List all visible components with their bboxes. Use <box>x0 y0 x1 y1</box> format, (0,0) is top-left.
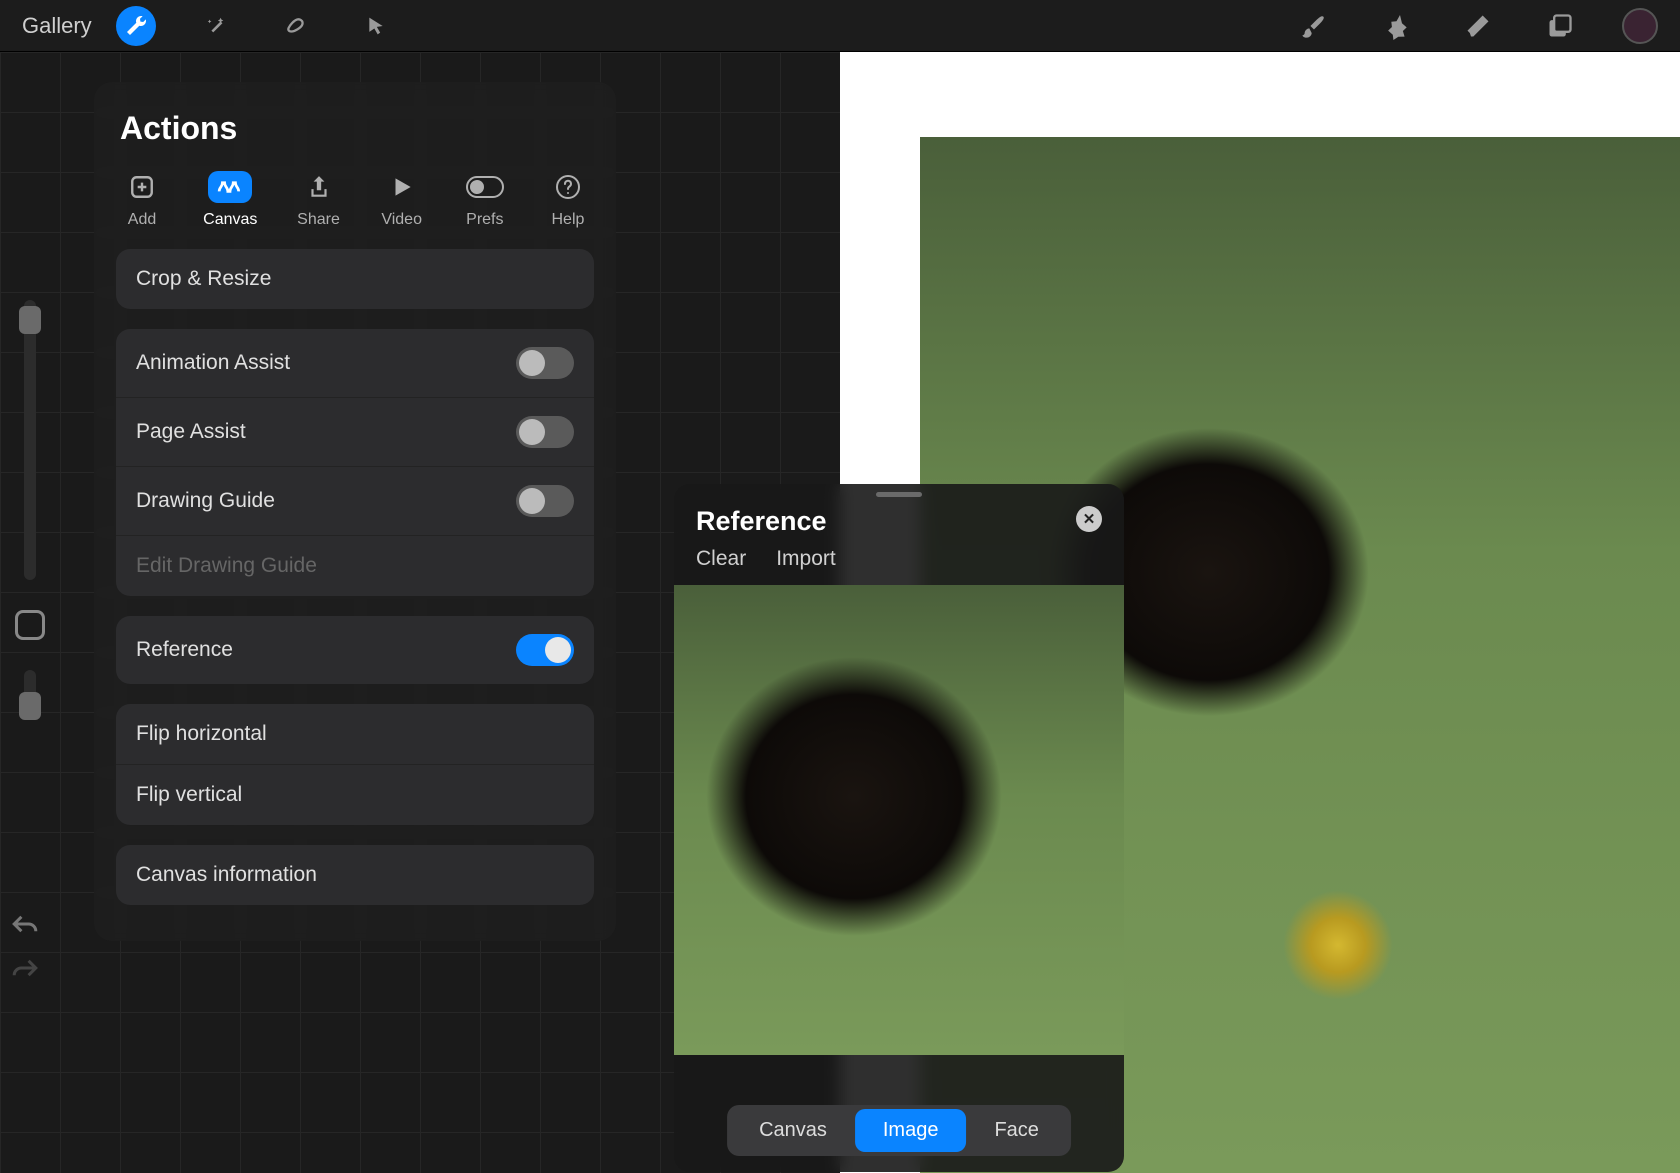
toggle-switch[interactable] <box>516 416 574 448</box>
actions-tab-share[interactable]: Share <box>297 171 341 229</box>
item-label: Reference <box>136 638 233 662</box>
color-swatch[interactable] <box>1622 8 1658 44</box>
item-label: Animation Assist <box>136 351 290 375</box>
layers-icon <box>1546 12 1574 40</box>
help-icon <box>546 171 590 203</box>
item-label: Flip vertical <box>136 783 242 807</box>
gallery-link[interactable]: Gallery <box>22 13 92 39</box>
clear-button[interactable]: Clear <box>696 547 746 571</box>
brush-size-slider[interactable] <box>24 300 36 580</box>
actions-tab-add[interactable]: Add <box>120 171 164 229</box>
actions-tool[interactable] <box>116 6 156 46</box>
selection-icon <box>285 15 307 37</box>
item-label: Crop & Resize <box>136 267 271 291</box>
arrow-cursor-icon <box>366 16 386 36</box>
reference-title: Reference <box>696 506 827 537</box>
tab-label: Video <box>381 211 422 229</box>
tab-label: Add <box>128 211 156 229</box>
slider-thumb[interactable] <box>19 306 41 334</box>
undo-redo-group <box>10 912 40 980</box>
smudge-icon <box>1382 12 1410 40</box>
segment-canvas[interactable]: Canvas <box>731 1109 855 1152</box>
item-label: Edit Drawing Guide <box>136 554 317 578</box>
actions-panel: Actions Add Canvas Share Video Prefs Help Cro… <box>94 82 616 941</box>
brush-opacity-slider[interactable] <box>24 670 36 720</box>
toggle-switch[interactable] <box>516 634 574 666</box>
video-icon <box>380 171 424 203</box>
add-icon <box>120 171 164 203</box>
reference-mode-segment: CanvasImageFace <box>727 1105 1071 1156</box>
action-item-flip-vertical[interactable]: Flip vertical <box>116 764 594 825</box>
layers-tool[interactable] <box>1540 6 1580 46</box>
brush-icon <box>1300 12 1328 40</box>
tab-label: Share <box>297 211 340 229</box>
canvas-icon <box>208 171 252 203</box>
action-item-page-assist[interactable]: Page Assist <box>116 397 594 466</box>
action-item-canvas-information[interactable]: Canvas information <box>116 845 594 905</box>
toggle-switch[interactable] <box>516 347 574 379</box>
adjustments-tool[interactable] <box>196 6 236 46</box>
wrench-icon <box>124 14 148 38</box>
reference-actions: Clear Import <box>674 547 1124 585</box>
close-icon: ✕ <box>1083 510 1096 528</box>
tab-label: Canvas <box>203 211 257 229</box>
item-label: Canvas information <box>136 863 317 887</box>
eraser-icon <box>1464 12 1492 40</box>
toggle-switch[interactable] <box>516 485 574 517</box>
actions-title: Actions <box>116 110 594 147</box>
close-button[interactable]: ✕ <box>1076 506 1102 532</box>
modify-button[interactable] <box>15 610 45 640</box>
actions-tab-help[interactable]: Help <box>546 171 590 229</box>
actions-tabs: Add Canvas Share Video Prefs Help <box>116 171 594 249</box>
segment-image[interactable]: Image <box>855 1109 967 1152</box>
action-item-animation-assist[interactable]: Animation Assist <box>116 329 594 397</box>
action-item-drawing-guide[interactable]: Drawing Guide <box>116 466 594 535</box>
actions-tab-canvas[interactable]: Canvas <box>203 171 257 229</box>
share-icon <box>297 171 341 203</box>
tab-label: Help <box>552 211 585 229</box>
prefs-icon <box>463 171 507 203</box>
left-sidebar <box>10 300 50 720</box>
actions-list: Crop & Resize Animation Assist Page Assist… <box>116 249 594 905</box>
item-label: Flip horizontal <box>136 722 267 746</box>
tab-label: Prefs <box>466 211 503 229</box>
import-button[interactable]: Import <box>776 547 836 571</box>
undo-button[interactable] <box>10 912 40 936</box>
selection-tool[interactable] <box>276 6 316 46</box>
segment-face[interactable]: Face <box>966 1109 1066 1152</box>
action-item-flip-horizontal[interactable]: Flip horizontal <box>116 704 594 764</box>
item-label: Drawing Guide <box>136 489 275 513</box>
action-item-crop-resize[interactable]: Crop & Resize <box>116 249 594 309</box>
action-item-edit-drawing-guide: Edit Drawing Guide <box>116 535 594 596</box>
redo-icon <box>10 956 40 980</box>
smudge-tool[interactable] <box>1376 6 1416 46</box>
eraser-tool[interactable] <box>1458 6 1498 46</box>
brush-tool[interactable] <box>1294 6 1334 46</box>
undo-icon <box>10 912 40 936</box>
actions-tab-video[interactable]: Video <box>380 171 424 229</box>
redo-button[interactable] <box>10 956 40 980</box>
top-toolbar: Gallery <box>0 0 1680 52</box>
transform-tool[interactable] <box>356 6 396 46</box>
item-label: Page Assist <box>136 420 246 444</box>
actions-tab-prefs[interactable]: Prefs <box>463 171 507 229</box>
wand-icon <box>205 15 227 37</box>
drag-handle[interactable] <box>876 492 922 497</box>
reference-popup[interactable]: Reference ✕ Clear Import CanvasImageFace <box>674 484 1124 1172</box>
action-item-reference[interactable]: Reference <box>116 616 594 684</box>
reference-image[interactable] <box>674 585 1124 1055</box>
slider-thumb[interactable] <box>19 692 41 720</box>
